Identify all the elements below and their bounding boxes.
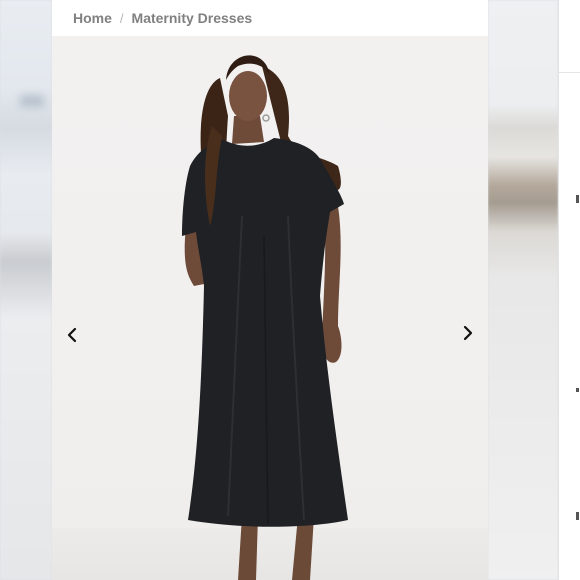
chevron-left-icon	[67, 327, 77, 343]
side-panel-mark	[576, 512, 579, 520]
product-page: Home / Maternity Dresses	[52, 0, 488, 580]
product-image[interactable]	[52, 36, 488, 580]
screen: Home / Maternity Dresses	[0, 0, 580, 580]
breadcrumb: Home / Maternity Dresses	[52, 0, 488, 36]
side-panel-mark	[576, 388, 579, 392]
model-face	[229, 71, 267, 121]
side-panel-mark	[576, 195, 579, 203]
previous-image-button[interactable]	[60, 323, 84, 347]
breadcrumb-home-link[interactable]: Home	[73, 10, 112, 26]
background-right-blur	[488, 0, 558, 580]
background-left-blur	[0, 0, 52, 580]
model-wearing-dress	[182, 55, 348, 580]
side-panel	[558, 0, 580, 580]
breadcrumb-current[interactable]: Maternity Dresses	[132, 10, 253, 26]
breadcrumb-separator: /	[119, 10, 124, 26]
next-image-button[interactable]	[456, 321, 480, 345]
side-panel-divider	[559, 72, 580, 73]
model-earring	[262, 114, 270, 122]
chevron-right-icon	[463, 325, 473, 341]
